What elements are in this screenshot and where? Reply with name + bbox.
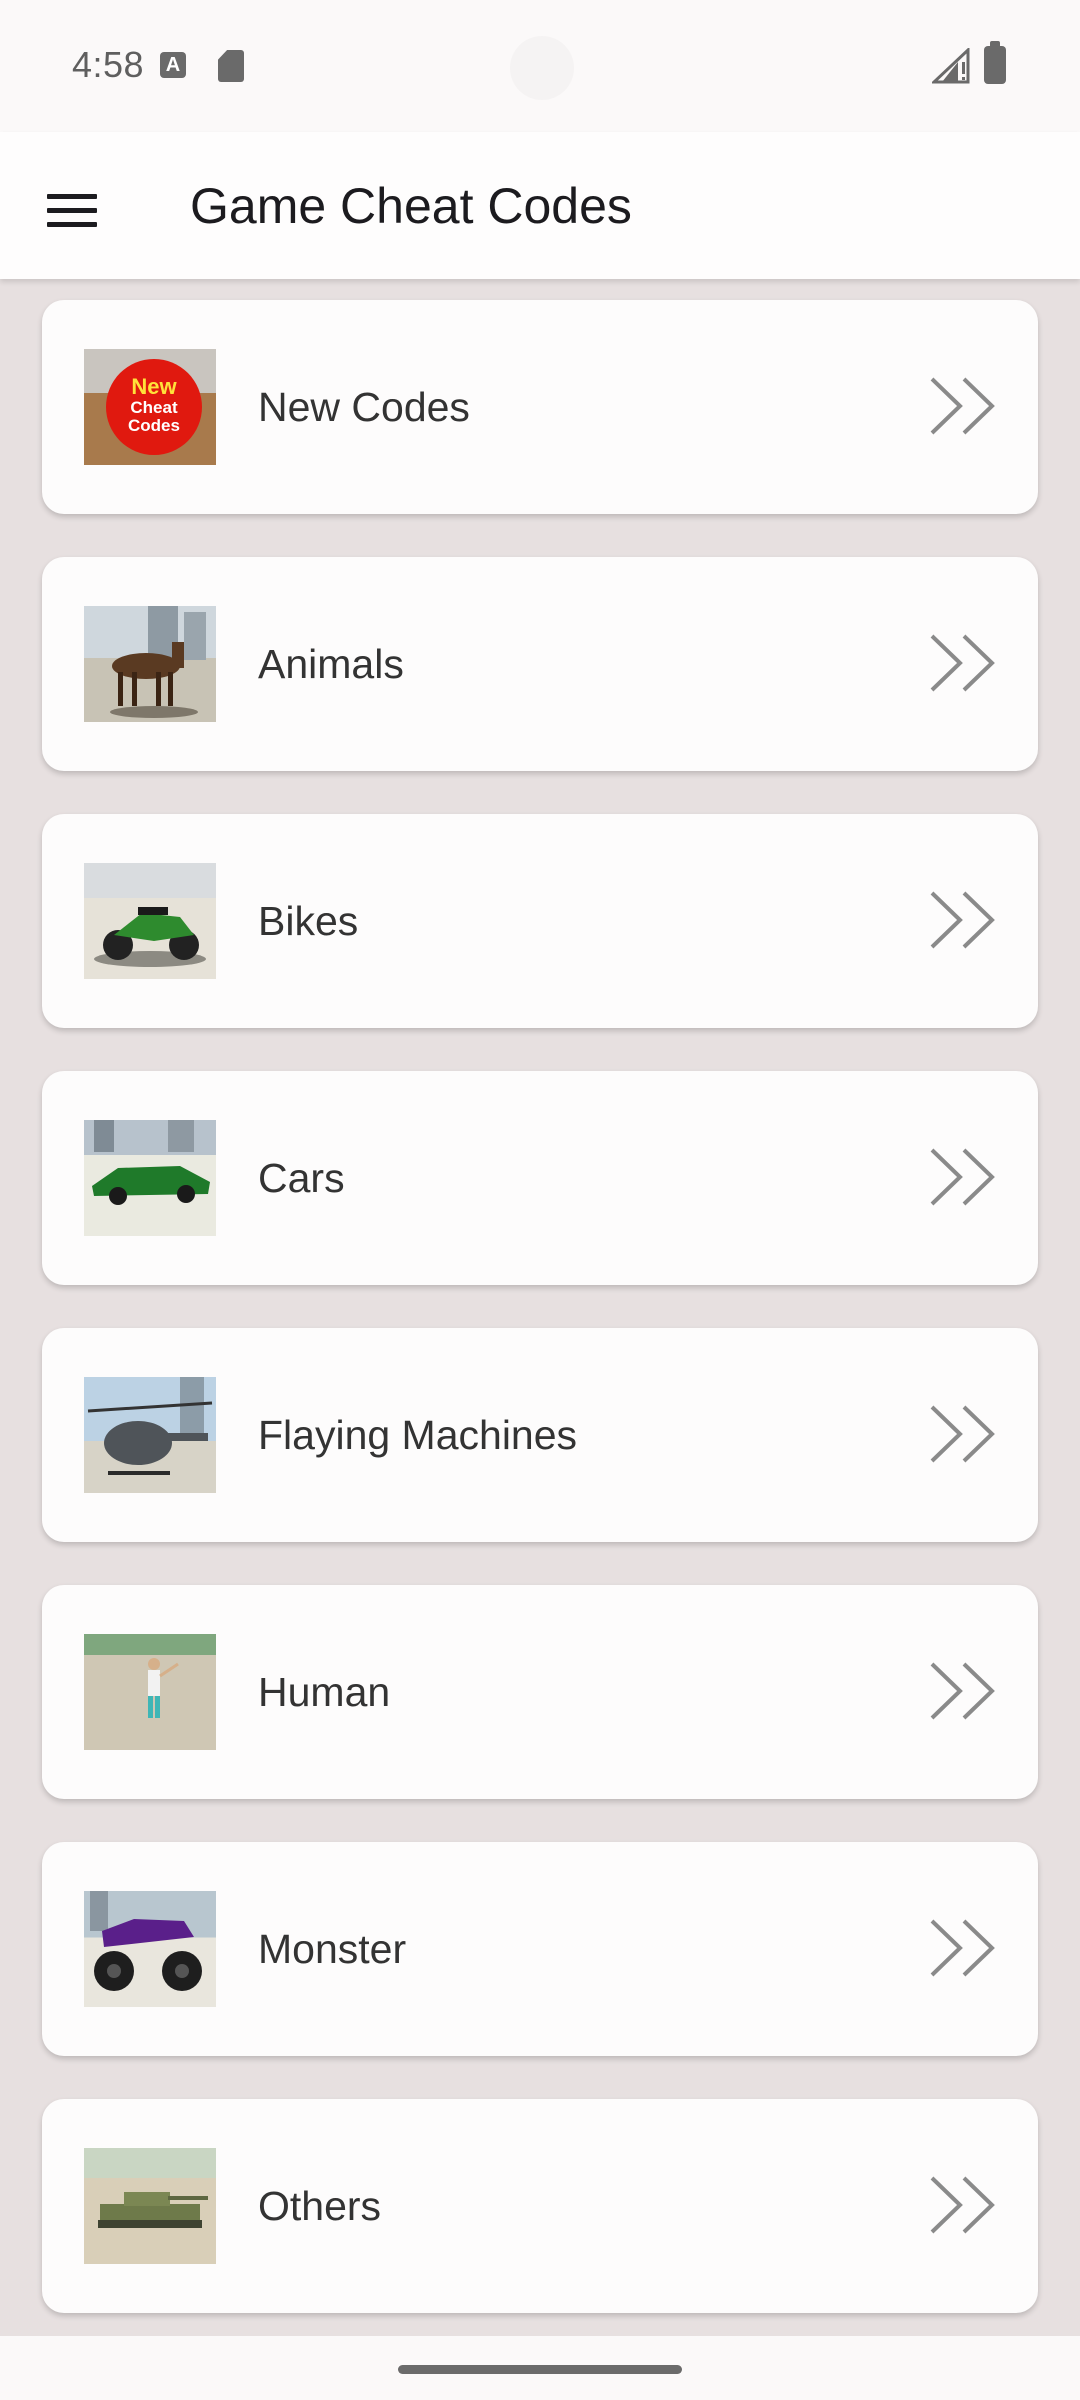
category-label: Others — [258, 2183, 382, 2229]
double-chevron-right-icon — [930, 377, 995, 435]
double-chevron-right-icon — [930, 891, 995, 949]
category-card-animals[interactable]: Animals — [42, 557, 1038, 771]
category-label: Human — [258, 1669, 391, 1715]
car-thumbnail — [84, 1120, 216, 1236]
double-chevron-right-icon — [930, 1919, 995, 1977]
keyboard-a-icon: A — [160, 52, 186, 78]
category-card-bikes[interactable]: Bikes — [42, 814, 1038, 1028]
new-codes-thumbnail: New Cheat Codes — [84, 349, 216, 465]
status-bar: 4:58 A — [0, 0, 1080, 132]
helicopter-thumbnail — [84, 1377, 216, 1493]
category-label: Flaying Machines — [258, 1412, 578, 1458]
page-title: Game Cheat Codes — [190, 178, 632, 234]
category-label: Animals — [258, 641, 404, 687]
motorbike-thumbnail — [84, 863, 216, 979]
monster-truck-thumbnail — [84, 1891, 216, 2007]
camera-cutout — [510, 36, 574, 100]
double-chevron-right-icon — [930, 634, 995, 692]
double-chevron-right-icon — [930, 1662, 995, 1720]
category-card-monster[interactable]: Monster — [42, 1842, 1038, 2056]
app-bar: Game Cheat Codes — [0, 132, 1080, 279]
category-card-new-codes[interactable]: New Cheat Codes New Codes — [42, 300, 1038, 514]
hamburger-menu-icon[interactable] — [36, 174, 108, 246]
category-label: Bikes — [258, 898, 359, 944]
new-codes-badge: New Cheat Codes — [106, 359, 202, 455]
sd-card-icon — [218, 50, 244, 82]
tank-thumbnail — [84, 2148, 216, 2264]
category-card-flaying-machines[interactable]: Flaying Machines — [42, 1328, 1038, 1542]
battery-icon — [984, 41, 1006, 84]
category-card-others[interactable]: Others — [42, 2099, 1038, 2313]
status-time: 4:58 — [72, 44, 145, 85]
category-list[interactable]: New Cheat Codes New Codes Animals Bikes … — [0, 279, 1080, 2336]
category-card-cars[interactable]: Cars — [42, 1071, 1038, 1285]
category-label: Monster — [258, 1926, 407, 1972]
double-chevron-right-icon — [930, 1405, 995, 1463]
home-indicator[interactable] — [398, 2365, 682, 2374]
human-thumbnail — [84, 1634, 216, 1750]
category-card-human[interactable]: Human — [42, 1585, 1038, 1799]
double-chevron-right-icon — [930, 2176, 995, 2234]
double-chevron-right-icon — [930, 1148, 995, 1206]
signal-icon — [932, 48, 970, 84]
horse-thumbnail — [84, 606, 216, 722]
category-label: Cars — [258, 1155, 345, 1201]
category-label: New Codes — [258, 384, 470, 430]
